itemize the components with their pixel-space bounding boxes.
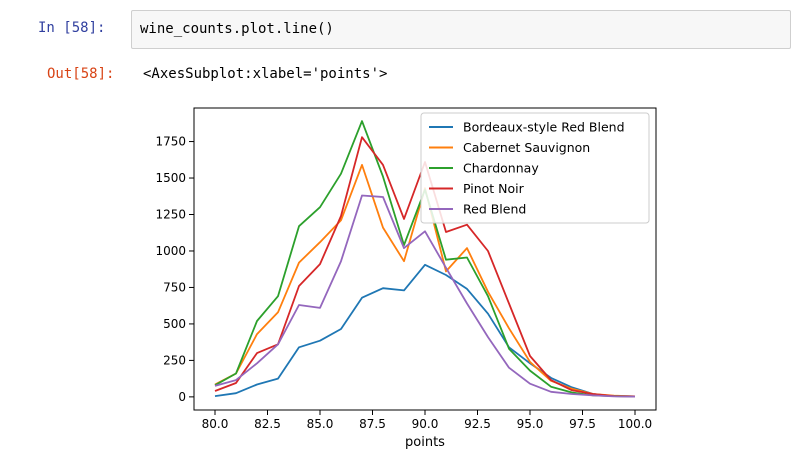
- y-tick-label: 1250: [155, 208, 186, 222]
- y-tick-label: 750: [163, 280, 186, 294]
- code-cell-input[interactable]: wine_counts.plot.line(): [131, 10, 791, 49]
- series-line-1: [214, 263, 636, 398]
- x-tick-label: 95.0: [517, 417, 544, 431]
- legend-label: Pinot Noir: [463, 181, 525, 196]
- x-tick-label: 85.0: [307, 417, 334, 431]
- y-tick-label: 1750: [155, 135, 186, 149]
- legend-label: Bordeaux-style Red Blend: [463, 120, 625, 135]
- output-text: <AxesSubplot:xlabel='points'>: [143, 66, 388, 82]
- x-tick-label: 92.5: [464, 417, 491, 431]
- code-text[interactable]: wine_counts.plot.line(): [140, 21, 334, 37]
- legend-label: Cabernet Sauvignon: [463, 140, 590, 155]
- y-tick-label: 500: [163, 317, 186, 331]
- legend-label: Red Blend: [463, 202, 526, 217]
- y-tick-label: 0: [178, 390, 186, 404]
- x-tick-label: 97.5: [569, 417, 596, 431]
- x-tick-label: 100.0: [618, 417, 652, 431]
- y-tick-label: 1000: [155, 244, 186, 258]
- y-tick-label: 1500: [155, 171, 186, 185]
- x-tick-label: 90.0: [412, 417, 439, 431]
- input-prompt: In [58]:: [38, 20, 106, 36]
- x-axis-label: points: [405, 435, 445, 450]
- output-prompt: Out[58]:: [47, 66, 115, 82]
- y-tick-label: 250: [163, 353, 186, 367]
- line-chart: 80.0 82.5 85.0 87.5 90.0 92.5 95.0 97.5 100.0 0 25…: [155, 107, 657, 450]
- legend-label: Chardonnay: [463, 161, 539, 176]
- x-tick-label: 87.5: [359, 417, 386, 431]
- legend: Bordeaux-style Red Blend Cabernet Sauvign…: [420, 112, 650, 224]
- x-tick-label: 82.5: [254, 417, 281, 431]
- x-tick-label: 80.0: [202, 417, 229, 431]
